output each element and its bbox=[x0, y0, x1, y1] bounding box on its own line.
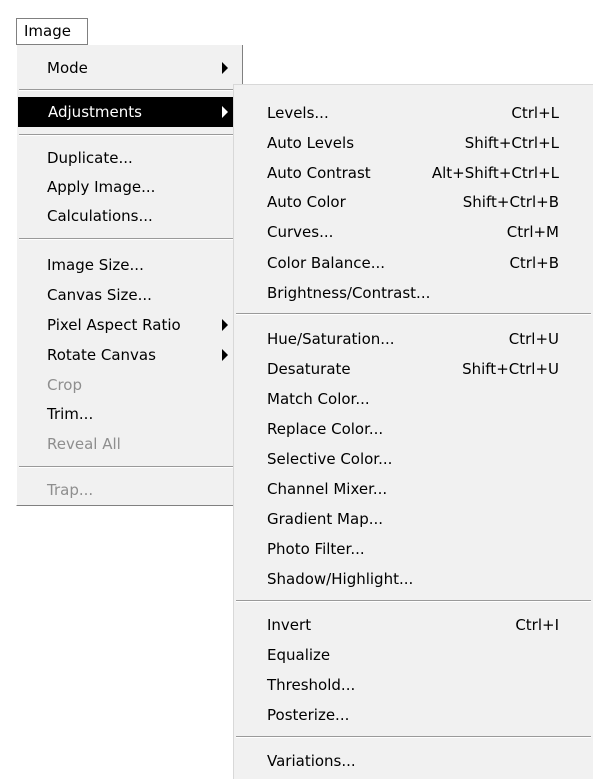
menu-item-trim-label: Trim... bbox=[47, 405, 94, 423]
menu-item-color-balance[interactable]: Color Balance... Ctrl+B bbox=[234, 248, 593, 278]
submenu-arrow-icon bbox=[222, 319, 228, 331]
menu-item-brightness-contrast-label: Brightness/Contrast... bbox=[267, 284, 431, 302]
menu-item-calculations-label: Calculations... bbox=[47, 207, 153, 225]
menu-item-adjustments-label: Adjustments bbox=[48, 103, 142, 121]
menu-item-reveal-all[interactable]: Reveal All bbox=[17, 429, 242, 459]
menu-item-adjustments[interactable]: Adjustments bbox=[18, 97, 235, 127]
menu-item-desaturate[interactable]: Desaturate Shift+Ctrl+U bbox=[234, 354, 593, 384]
menu-item-channel-mixer[interactable]: Channel Mixer... bbox=[234, 474, 593, 504]
adjustments-submenu: Levels... Ctrl+L Auto Levels Shift+Ctrl+… bbox=[233, 84, 593, 779]
menu-item-auto-levels[interactable]: Auto Levels Shift+Ctrl+L bbox=[234, 128, 593, 158]
menu-item-apply-image-label: Apply Image... bbox=[47, 178, 156, 196]
menu-item-shadow-highlight-label: Shadow/Highlight... bbox=[267, 570, 414, 588]
submenu-arrow-icon bbox=[222, 106, 228, 118]
menu-item-hue-saturation-label: Hue/Saturation... bbox=[267, 330, 395, 348]
menu-item-rotate-canvas[interactable]: Rotate Canvas bbox=[17, 340, 242, 370]
menu-item-invert-label: Invert bbox=[267, 616, 312, 634]
menu-item-duplicate-label: Duplicate... bbox=[47, 149, 133, 167]
menu-item-equalize[interactable]: Equalize bbox=[234, 640, 593, 670]
menu-item-crop[interactable]: Crop bbox=[17, 370, 242, 400]
menu-item-mode[interactable]: Mode bbox=[17, 53, 242, 83]
menu-item-photo-filter[interactable]: Photo Filter... bbox=[234, 534, 593, 564]
menu-item-rotate-canvas-label: Rotate Canvas bbox=[47, 346, 156, 364]
menu-item-posterize[interactable]: Posterize... bbox=[234, 700, 593, 730]
menu-item-gradient-map[interactable]: Gradient Map... bbox=[234, 504, 593, 534]
menu-image[interactable]: Image bbox=[16, 18, 88, 45]
shortcut-label: Shift+Ctrl+L bbox=[464, 134, 559, 152]
menu-item-levels[interactable]: Levels... Ctrl+L bbox=[234, 98, 593, 128]
menu-item-brightness-contrast[interactable]: Brightness/Contrast... bbox=[234, 278, 593, 308]
menu-item-match-color-label: Match Color... bbox=[267, 390, 370, 408]
shortcut-label: Alt+Shift+Ctrl+L bbox=[431, 164, 559, 182]
menu-item-pixel-aspect-ratio[interactable]: Pixel Aspect Ratio bbox=[17, 310, 242, 340]
image-menu-dropdown: Mode Adjustments Duplicate... Apply Imag… bbox=[16, 45, 243, 506]
menu-item-image-size-label: Image Size... bbox=[47, 256, 144, 274]
menu-item-auto-color-label: Auto Color bbox=[267, 193, 346, 211]
menu-item-mode-label: Mode bbox=[47, 59, 88, 77]
menu-item-posterize-label: Posterize... bbox=[267, 706, 350, 724]
menu-item-auto-contrast-label: Auto Contrast bbox=[267, 164, 371, 182]
menu-separator bbox=[236, 313, 591, 315]
menu-item-variations[interactable]: Variations... bbox=[234, 746, 593, 776]
menu-item-threshold-label: Threshold... bbox=[267, 676, 356, 694]
menu-item-gradient-map-label: Gradient Map... bbox=[267, 510, 384, 528]
menu-item-hue-saturation[interactable]: Hue/Saturation... Ctrl+U bbox=[234, 324, 593, 354]
menu-item-trap[interactable]: Trap... bbox=[17, 475, 242, 505]
shortcut-label: Shift+Ctrl+U bbox=[462, 360, 559, 378]
menu-item-image-size[interactable]: Image Size... bbox=[17, 250, 242, 280]
menu-separator bbox=[236, 736, 591, 738]
menu-item-auto-color[interactable]: Auto Color Shift+Ctrl+B bbox=[234, 187, 593, 217]
menu-item-curves-label: Curves... bbox=[267, 223, 334, 241]
menu-item-color-balance-label: Color Balance... bbox=[267, 254, 386, 272]
menu-item-photo-filter-label: Photo Filter... bbox=[267, 540, 365, 558]
menu-item-trap-label: Trap... bbox=[47, 481, 94, 499]
menu-item-replace-color-label: Replace Color... bbox=[267, 420, 384, 438]
menu-item-shadow-highlight[interactable]: Shadow/Highlight... bbox=[234, 564, 593, 594]
shortcut-label: Shift+Ctrl+B bbox=[462, 193, 559, 211]
menu-item-calculations[interactable]: Calculations... bbox=[17, 201, 242, 231]
menu-item-levels-label: Levels... bbox=[267, 104, 329, 122]
menu-item-equalize-label: Equalize bbox=[267, 646, 331, 664]
menu-separator bbox=[19, 134, 238, 136]
menu-item-threshold[interactable]: Threshold... bbox=[234, 670, 593, 700]
submenu-arrow-icon bbox=[222, 62, 228, 74]
menu-item-canvas-size-label: Canvas Size... bbox=[47, 286, 152, 304]
menu-separator bbox=[19, 238, 238, 240]
menu-item-reveal-all-label: Reveal All bbox=[47, 435, 121, 453]
menu-item-selective-color[interactable]: Selective Color... bbox=[234, 444, 593, 474]
menu-separator bbox=[19, 89, 238, 91]
menu-item-selective-color-label: Selective Color... bbox=[267, 450, 393, 468]
menu-item-trim[interactable]: Trim... bbox=[17, 399, 242, 429]
menu-item-auto-levels-label: Auto Levels bbox=[267, 134, 355, 152]
menu-item-duplicate[interactable]: Duplicate... bbox=[17, 143, 242, 173]
menu-item-apply-image[interactable]: Apply Image... bbox=[17, 172, 242, 202]
menu-item-auto-contrast[interactable]: Auto Contrast Alt+Shift+Ctrl+L bbox=[234, 158, 593, 188]
menu-item-variations-label: Variations... bbox=[267, 752, 356, 770]
menu-item-channel-mixer-label: Channel Mixer... bbox=[267, 480, 388, 498]
shortcut-label: Ctrl+M bbox=[506, 223, 559, 241]
shortcut-label: Ctrl+I bbox=[515, 616, 559, 634]
menu-item-invert[interactable]: Invert Ctrl+I bbox=[234, 610, 593, 640]
shortcut-label: Ctrl+B bbox=[509, 254, 559, 272]
menu-separator bbox=[19, 466, 238, 468]
shortcut-label: Ctrl+U bbox=[508, 330, 559, 348]
menu-item-crop-label: Crop bbox=[47, 376, 83, 394]
menu-item-curves[interactable]: Curves... Ctrl+M bbox=[234, 217, 593, 247]
submenu-arrow-icon bbox=[222, 349, 228, 361]
menu-item-pixel-aspect-ratio-label: Pixel Aspect Ratio bbox=[47, 316, 181, 334]
menu-item-desaturate-label: Desaturate bbox=[267, 360, 351, 378]
menu-item-match-color[interactable]: Match Color... bbox=[234, 384, 593, 414]
menu-item-canvas-size[interactable]: Canvas Size... bbox=[17, 280, 242, 310]
menu-image-label: Image bbox=[24, 22, 71, 40]
menu-item-replace-color[interactable]: Replace Color... bbox=[234, 414, 593, 444]
shortcut-label: Ctrl+L bbox=[511, 104, 559, 122]
menu-separator bbox=[236, 600, 591, 602]
